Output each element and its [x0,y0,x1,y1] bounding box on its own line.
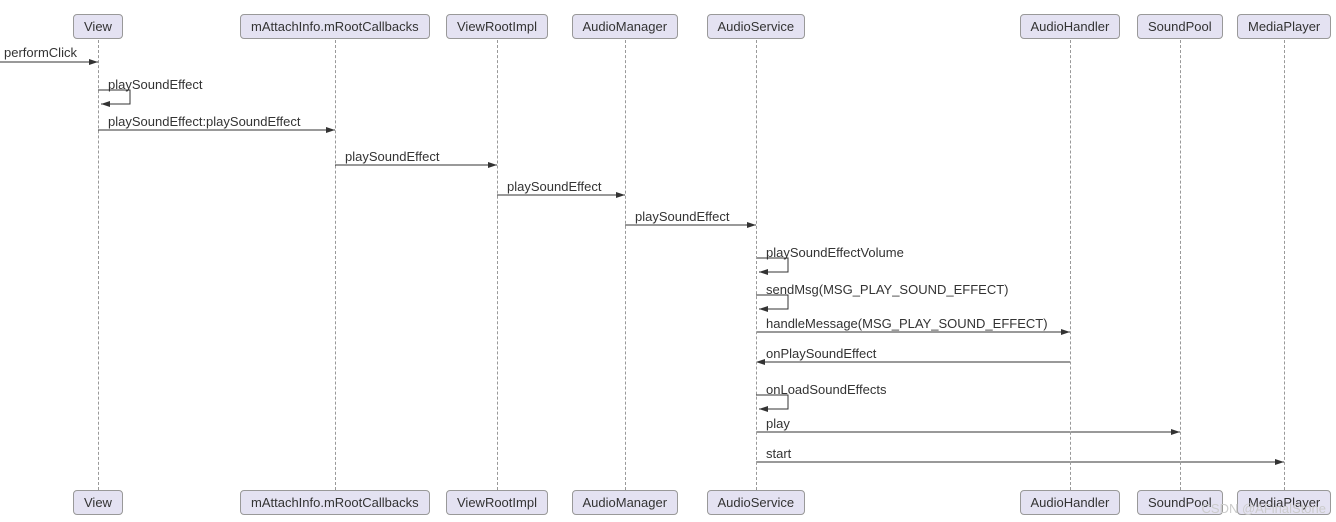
participant-top-audioManager: AudioManager [572,14,679,39]
message-label-12: start [766,446,791,461]
lifeline-audioService [756,40,757,490]
lifeline-mediaPlayer [1284,40,1285,490]
message-label-7: sendMsg(MSG_PLAY_SOUND_EFFECT) [766,282,1009,297]
lifeline-audioHandler [1070,40,1071,490]
message-label-2: playSoundEffect:playSoundEffect [108,114,301,129]
lifeline-view [98,40,99,490]
lifeline-rootCallbacks [335,40,336,490]
message-label-8: handleMessage(MSG_PLAY_SOUND_EFFECT) [766,316,1048,331]
lifeline-soundPool [1180,40,1181,490]
participant-top-audioHandler: AudioHandler [1020,14,1121,39]
participant-bottom-audioHandler: AudioHandler [1020,490,1121,515]
participant-top-view: View [73,14,123,39]
lifeline-viewRootImpl [497,40,498,490]
message-label-4: playSoundEffect [507,179,601,194]
message-label-10: onLoadSoundEffects [766,382,886,397]
message-label-0: performClick [4,45,77,60]
participant-top-soundPool: SoundPool [1137,14,1223,39]
sequence-diagram: View View mAttachInfo.mRootCallbacks mAttac… [0,0,1336,522]
self-message-1 [98,90,130,104]
participant-bottom-audioService: AudioService [707,490,806,515]
participant-top-mediaPlayer: MediaPlayer [1237,14,1331,39]
participant-bottom-rootCallbacks: mAttachInfo.mRootCallbacks [240,490,430,515]
participant-top-rootCallbacks: mAttachInfo.mRootCallbacks [240,14,430,39]
lifeline-audioManager [625,40,626,490]
message-label-1: playSoundEffect [108,77,202,92]
self-message-6 [756,258,788,272]
message-label-11: play [766,416,790,431]
participant-top-viewRootImpl: ViewRootImpl [446,14,548,39]
participant-bottom-audioManager: AudioManager [572,490,679,515]
message-label-5: playSoundEffect [635,209,729,224]
message-label-9: onPlaySoundEffect [766,346,876,361]
self-message-10 [756,395,788,409]
watermark: CSDN @AFinalStone [1202,501,1326,516]
participant-bottom-viewRootImpl: ViewRootImpl [446,490,548,515]
message-label-3: playSoundEffect [345,149,439,164]
message-label-6: playSoundEffectVolume [766,245,904,260]
participant-bottom-view: View [73,490,123,515]
participant-top-audioService: AudioService [707,14,806,39]
self-message-7 [756,295,788,309]
